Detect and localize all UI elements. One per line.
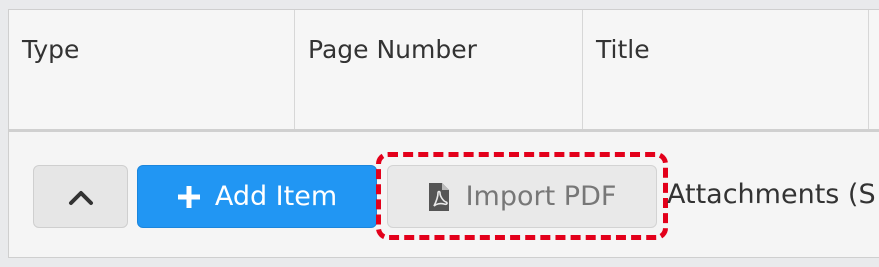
collapse-button[interactable] — [33, 165, 128, 228]
column-header-type: Type — [9, 10, 295, 129]
attachments-label: Attachments (S — [667, 179, 876, 210]
plus-icon — [177, 185, 200, 208]
chevron-up-icon — [68, 190, 93, 205]
import-pdf-button[interactable]: Import PDF — [387, 165, 657, 228]
table-header: Type Page Number Title — [9, 10, 879, 132]
column-header-page-number: Page Number — [295, 10, 583, 129]
pdf-file-icon — [428, 182, 449, 211]
add-item-label: Add Item — [214, 181, 338, 212]
import-pdf-label: Import PDF — [465, 181, 617, 212]
column-header-title: Title — [583, 10, 869, 129]
items-toolbar: Add Item Import PDF Attachments (S — [9, 132, 879, 257]
add-item-button[interactable]: Add Item — [137, 165, 377, 228]
items-panel: Type Page Number Title Add Item Import P… — [8, 9, 879, 258]
